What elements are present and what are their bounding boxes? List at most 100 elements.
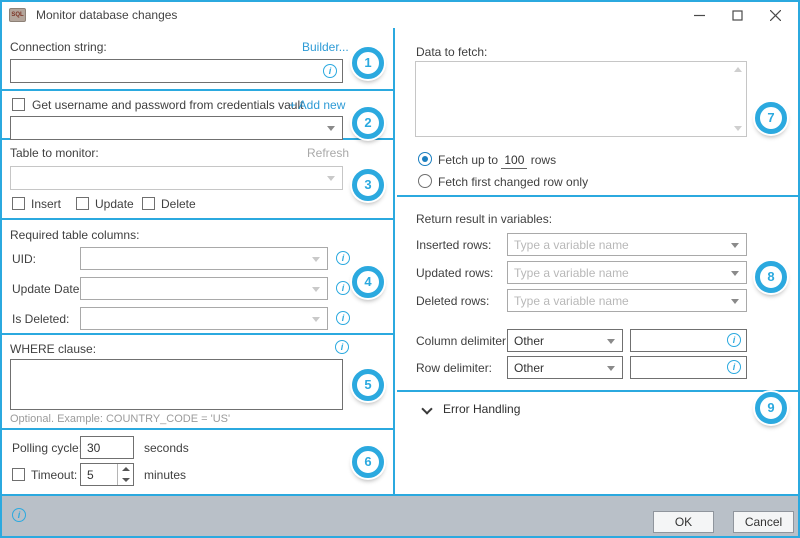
chevron-down-icon[interactable] bbox=[312, 257, 320, 262]
required-columns-label: Required table columns: bbox=[10, 228, 139, 242]
ok-button[interactable]: OK bbox=[653, 511, 714, 533]
column-delimiter-dropdown bbox=[507, 329, 623, 352]
polling-cycle-field bbox=[80, 436, 134, 459]
info-icon[interactable] bbox=[336, 251, 350, 265]
info-icon[interactable] bbox=[336, 311, 350, 325]
window-title: Monitor database changes bbox=[36, 8, 177, 22]
step-badge-2: 2 bbox=[352, 107, 384, 139]
update-checkbox[interactable] bbox=[76, 197, 89, 210]
credentials-vault-checkbox[interactable] bbox=[12, 98, 25, 111]
inserted-rows-input[interactable] bbox=[507, 233, 747, 256]
sql-app-icon: SQL bbox=[9, 8, 26, 22]
step-badge-6: 6 bbox=[352, 446, 384, 478]
scroll-down-icon[interactable] bbox=[734, 126, 742, 131]
error-handling-header[interactable]: Error Handling bbox=[443, 402, 520, 416]
fetch-up-to-prefix: Fetch up to bbox=[438, 153, 498, 167]
timeout-unit-label: minutes bbox=[144, 468, 186, 482]
insert-checkbox[interactable] bbox=[12, 197, 25, 210]
inserted-rows-dropdown bbox=[507, 233, 747, 256]
row-delimiter-label: Row delimiter: bbox=[416, 361, 492, 375]
chevron-down-icon[interactable] bbox=[312, 287, 320, 292]
add-new-credential-link[interactable]: + Add new bbox=[289, 98, 345, 112]
chevron-down-icon[interactable] bbox=[731, 243, 739, 248]
polling-cycle-input[interactable] bbox=[80, 436, 134, 459]
where-clause-label: WHERE clause: bbox=[10, 342, 96, 356]
maximize-icon[interactable] bbox=[718, 2, 756, 28]
deleted-rows-dropdown bbox=[507, 289, 747, 312]
deleted-rows-label: Deleted rows: bbox=[416, 294, 489, 308]
chevron-down-icon[interactable] bbox=[327, 126, 335, 131]
step-badge-3: 3 bbox=[352, 169, 384, 201]
polling-unit-label: seconds bbox=[144, 441, 189, 455]
is-deleted-label: Is Deleted: bbox=[12, 312, 69, 326]
fetch-up-to-suffix: rows bbox=[531, 153, 556, 167]
chevron-down-icon[interactable] bbox=[607, 339, 615, 344]
credential-dropdown-input[interactable] bbox=[10, 116, 343, 140]
info-icon[interactable] bbox=[336, 281, 350, 295]
step-badge-5: 5 bbox=[352, 369, 384, 401]
section-divider bbox=[2, 89, 393, 91]
inserted-rows-label: Inserted rows: bbox=[416, 238, 491, 252]
data-to-fetch-label: Data to fetch: bbox=[416, 45, 487, 59]
spinner-buttons bbox=[117, 464, 133, 485]
cancel-button[interactable]: Cancel bbox=[733, 511, 794, 533]
timeout-checkbox[interactable] bbox=[12, 468, 25, 481]
delete-checkbox[interactable] bbox=[142, 197, 155, 210]
column-delimiter-label: Column delimiter: bbox=[416, 334, 509, 348]
minimize-icon[interactable] bbox=[680, 2, 718, 28]
connection-string-input[interactable] bbox=[10, 59, 343, 83]
footer-info-icon[interactable] bbox=[12, 508, 26, 522]
info-icon[interactable] bbox=[335, 340, 349, 354]
refresh-link[interactable]: Refresh bbox=[307, 146, 349, 160]
section-divider bbox=[2, 333, 393, 335]
chevron-down-icon[interactable] bbox=[607, 366, 615, 371]
fetch-first-radio[interactable] bbox=[418, 174, 432, 188]
is-deleted-dropdown-input[interactable] bbox=[80, 307, 328, 330]
table-dropdown-input[interactable] bbox=[10, 166, 343, 190]
info-icon[interactable] bbox=[323, 64, 337, 78]
scroll-up-icon[interactable] bbox=[734, 67, 742, 72]
row-delimiter-dropdown bbox=[507, 356, 623, 379]
credentials-vault-label: Get username and password from credentia… bbox=[32, 98, 303, 112]
collapse-chevron-icon[interactable] bbox=[421, 403, 432, 414]
chevron-down-icon[interactable] bbox=[327, 176, 335, 181]
column-delimiter-select[interactable] bbox=[507, 329, 623, 352]
column-divider bbox=[393, 28, 395, 494]
spin-up-icon[interactable] bbox=[118, 464, 133, 475]
chevron-down-icon[interactable] bbox=[312, 317, 320, 322]
connection-string-label: Connection string: bbox=[10, 40, 107, 54]
section-divider bbox=[2, 428, 393, 430]
row-count-input[interactable] bbox=[501, 153, 527, 169]
close-icon[interactable] bbox=[756, 2, 794, 28]
update-label: Update bbox=[95, 197, 134, 211]
uid-label: UID: bbox=[12, 252, 36, 266]
credential-dropdown bbox=[10, 116, 343, 140]
section-divider bbox=[397, 195, 798, 197]
section-divider bbox=[2, 218, 393, 220]
row-delimiter-select[interactable] bbox=[507, 356, 623, 379]
step-badge-9: 9 bbox=[755, 392, 787, 424]
chevron-down-icon[interactable] bbox=[731, 299, 739, 304]
updated-rows-dropdown bbox=[507, 261, 747, 284]
where-clause-hint: Optional. Example: COUNTRY_CODE = 'US' bbox=[10, 413, 230, 425]
step-badge-4: 4 bbox=[352, 266, 384, 298]
fetch-up-to-radio[interactable] bbox=[418, 152, 432, 166]
builder-link[interactable]: Builder... bbox=[302, 40, 349, 54]
info-icon[interactable] bbox=[727, 360, 741, 374]
where-clause-textarea[interactable] bbox=[10, 359, 343, 410]
monitor-database-changes-dialog: SQL Monitor database changes Connection … bbox=[0, 0, 800, 538]
step-badge-7: 7 bbox=[755, 102, 787, 134]
polling-cycle-label: Polling cycle: bbox=[12, 441, 82, 455]
delete-label: Delete bbox=[161, 197, 196, 211]
data-to-fetch-textarea[interactable] bbox=[415, 61, 747, 137]
chevron-down-icon[interactable] bbox=[731, 271, 739, 276]
uid-dropdown-input[interactable] bbox=[80, 247, 328, 270]
table-to-monitor-label: Table to monitor: bbox=[10, 146, 99, 160]
deleted-rows-input[interactable] bbox=[507, 289, 747, 312]
update-date-dropdown-input[interactable] bbox=[80, 277, 328, 300]
step-badge-8: 8 bbox=[755, 261, 787, 293]
updated-rows-label: Updated rows: bbox=[416, 266, 493, 280]
updated-rows-input[interactable] bbox=[507, 261, 747, 284]
spin-down-icon[interactable] bbox=[118, 475, 133, 486]
info-icon[interactable] bbox=[727, 333, 741, 347]
